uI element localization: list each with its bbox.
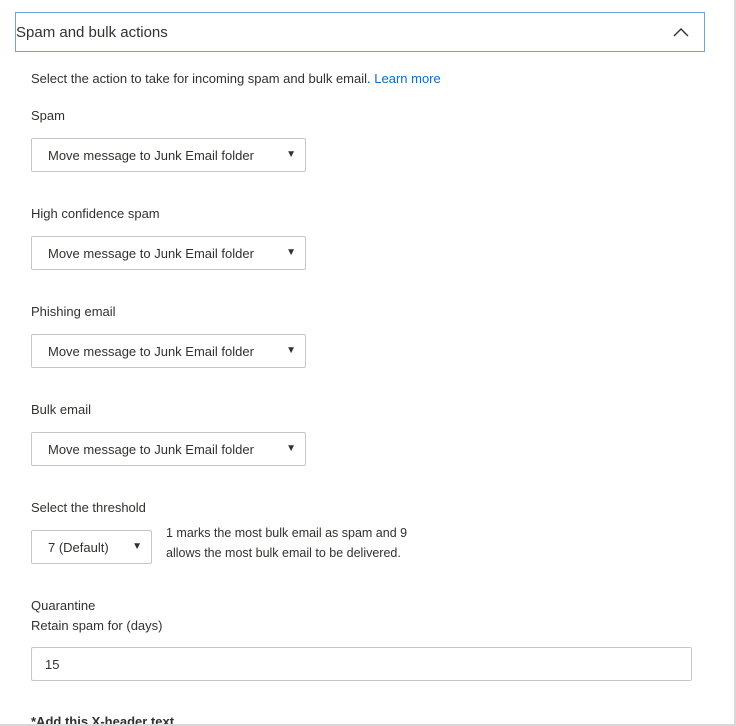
phishing-email-label: Phishing email <box>31 304 116 319</box>
threshold-select[interactable]: 7 (Default) ▼ <box>31 530 152 564</box>
high-confidence-spam-action-select[interactable]: Move message to Junk Email folder ▼ <box>31 236 306 270</box>
dropdown-caret-icon: ▼ <box>286 442 296 454</box>
dropdown-caret-icon: ▼ <box>132 540 142 552</box>
dropdown-caret-icon: ▼ <box>286 246 296 258</box>
threshold-label: Select the threshold <box>31 500 146 515</box>
phishing-email-action-value: Move message to Junk Email folder <box>48 343 254 359</box>
bulk-email-label: Bulk email <box>31 402 91 417</box>
spam-label: Spam <box>31 108 65 123</box>
threshold-help-line2: allows the most bulk email to be deliver… <box>166 546 401 560</box>
spam-action-select[interactable]: Move message to Junk Email folder ▼ <box>31 138 306 172</box>
description-text: Select the action to take for incoming s… <box>31 71 371 86</box>
threshold-value: 7 (Default) <box>48 539 109 555</box>
chevron-up-icon[interactable] <box>672 23 690 41</box>
high-confidence-spam-label: High confidence spam <box>31 206 160 221</box>
dropdown-caret-icon: ▼ <box>286 344 296 356</box>
threshold-help-text: 1 marks the most bulk email as spam and … <box>166 523 456 563</box>
retain-spam-days-input[interactable] <box>31 647 692 681</box>
section-description: Select the action to take for incoming s… <box>31 71 441 86</box>
spam-bulk-panel: Spam and bulk actions Select the action … <box>0 0 736 726</box>
phishing-email-action-select[interactable]: Move message to Junk Email folder ▼ <box>31 334 306 368</box>
spam-action-value: Move message to Junk Email folder <box>48 147 254 163</box>
dropdown-caret-icon: ▼ <box>286 148 296 160</box>
high-confidence-spam-action-value: Move message to Junk Email folder <box>48 245 254 261</box>
section-title: Spam and bulk actions <box>16 23 168 41</box>
learn-more-link[interactable]: Learn more <box>374 71 440 86</box>
threshold-help-line1: 1 marks the most bulk email as spam and … <box>166 526 408 540</box>
retain-spam-days-label: Retain spam for (days) <box>31 618 163 633</box>
bulk-email-action-select[interactable]: Move message to Junk Email folder ▼ <box>31 432 306 466</box>
quarantine-label: Quarantine <box>31 598 96 613</box>
bulk-email-action-value: Move message to Junk Email folder <box>48 441 254 457</box>
section-header-spam-bulk[interactable]: Spam and bulk actions <box>15 12 705 52</box>
